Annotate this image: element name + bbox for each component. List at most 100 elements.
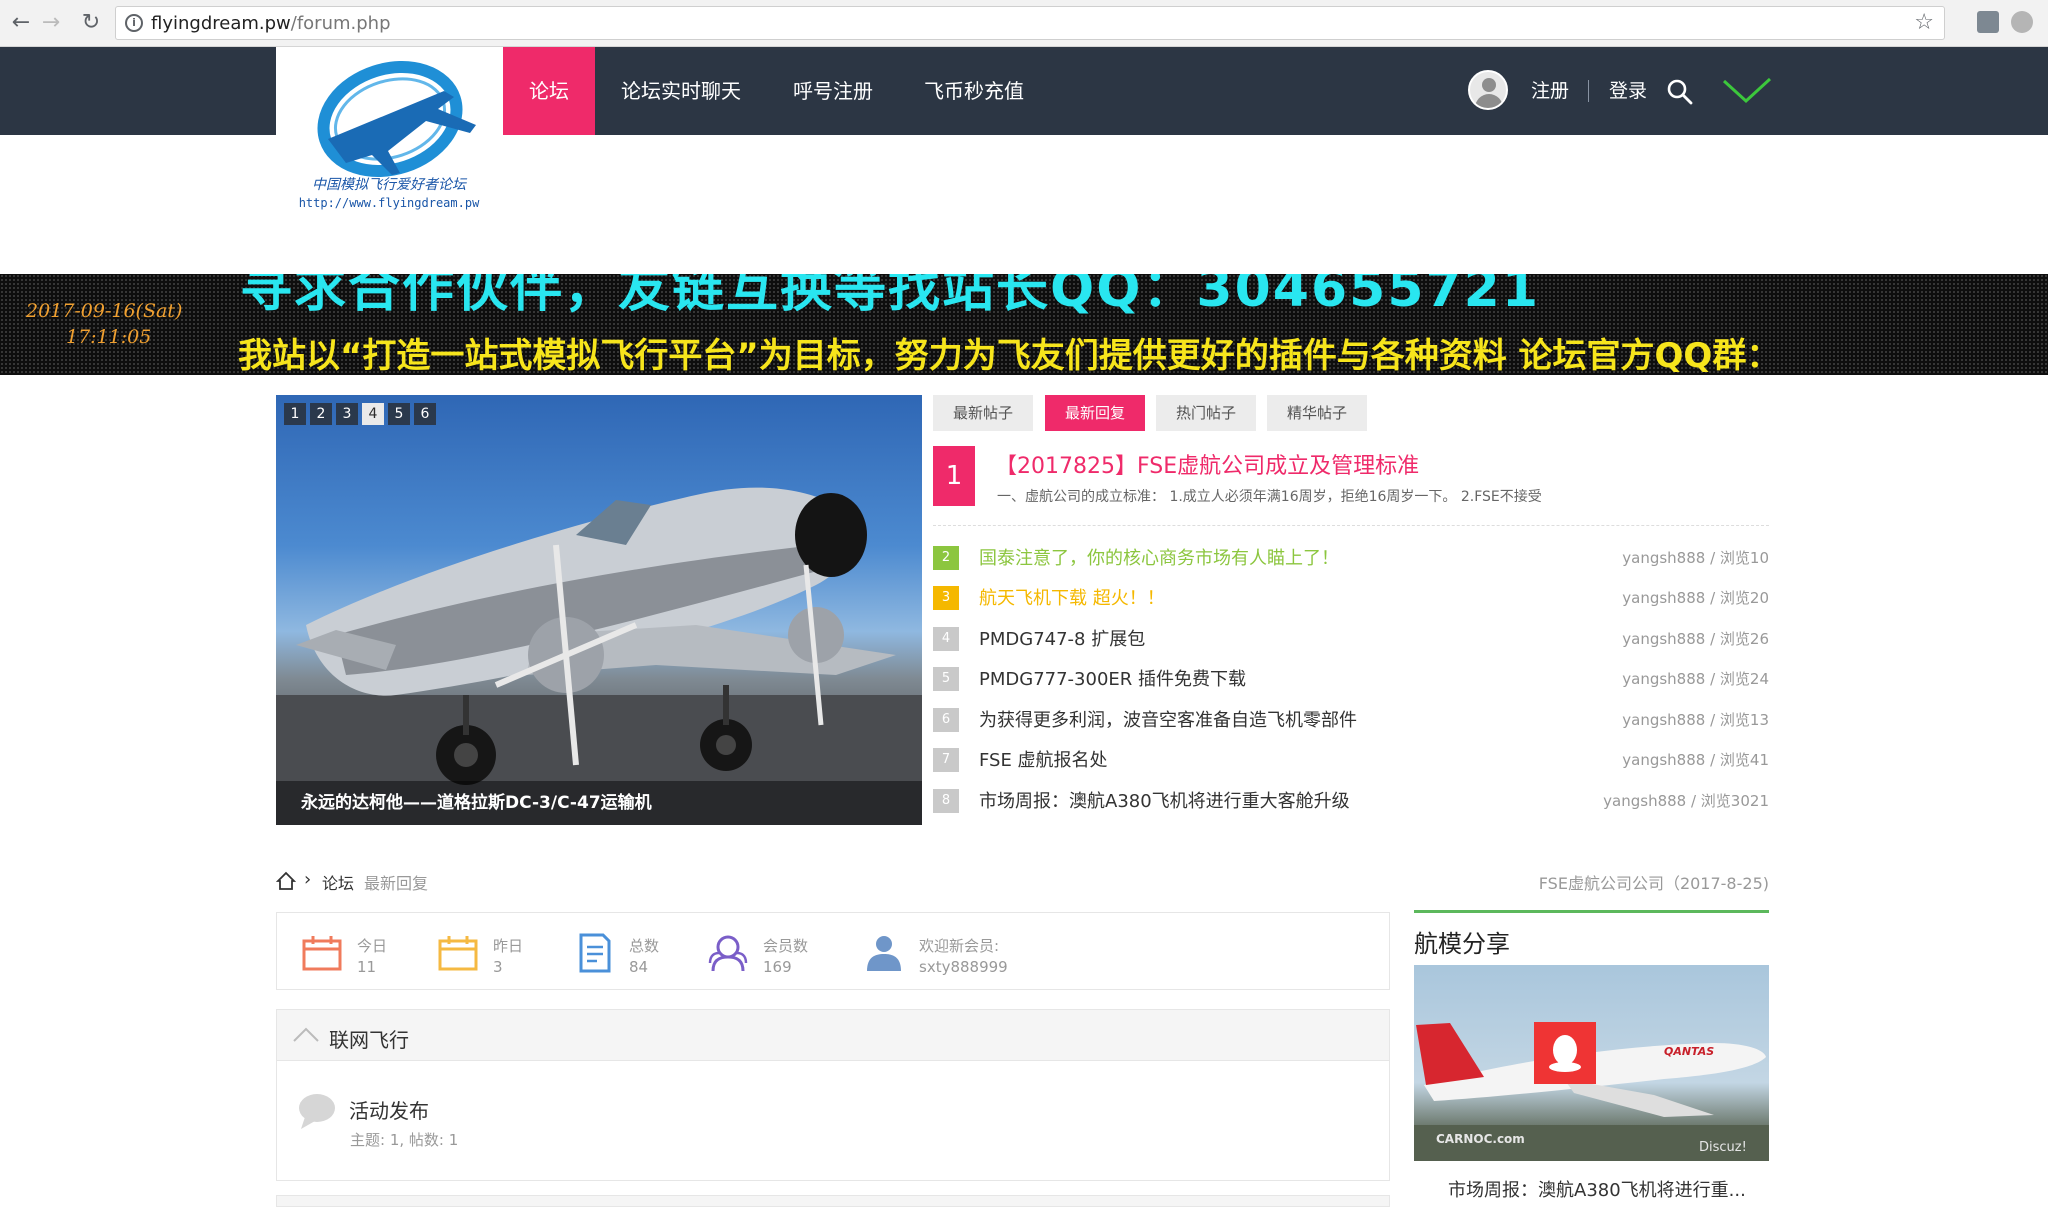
forum-category-body: 活动发布 主题: 1, 帖数: 1	[276, 1061, 1390, 1181]
rank-badge: 3	[933, 586, 959, 610]
thread-meta: yangsh888 / 浏览26	[1622, 630, 1769, 648]
thread-title[interactable]: 国泰注意了，你的核心商务市场有人瞄上了！	[979, 544, 1339, 570]
list-item[interactable]: 6 为获得更多利润，波音空客准备自造飞机零部件 yangsh888 / 浏览13	[933, 705, 1769, 735]
banner-time: 17:11:05	[66, 326, 152, 348]
stat-label: 今日	[357, 937, 388, 955]
new-member-link[interactable]: sxty888999	[919, 958, 1008, 976]
calendar-icon	[438, 936, 478, 971]
svg-text:QANTAS: QANTAS	[1664, 1045, 1714, 1058]
list-item[interactable]: 4 PMDG747-8 扩展包 yangsh888 / 浏览26	[933, 624, 1769, 654]
forum-meta: 主题: 1, 帖数: 1	[350, 1131, 459, 1149]
svg-text:Discuz!: Discuz!	[1699, 1140, 1747, 1155]
divider	[933, 525, 1769, 526]
url-text[interactable]: flyingdream.pw/forum.php	[151, 13, 391, 34]
forum-category-title[interactable]: 联网飞行	[329, 1024, 409, 1053]
breadcrumb-forum[interactable]: 论坛	[322, 870, 354, 894]
forum-stats-bar: 今日 11 昨日 3 总数 84 会员数 169 欢迎新会员: sxty8889…	[276, 912, 1390, 990]
search-icon[interactable]	[1666, 78, 1694, 106]
forward-arrow-icon[interactable]: →	[38, 10, 64, 36]
stat-label: 总数	[629, 937, 660, 955]
rank-badge: 7	[933, 748, 959, 772]
bookmark-star-icon[interactable]: ☆	[1914, 10, 1934, 35]
slide-indicator[interactable]: 2	[310, 403, 332, 425]
slide-indicator[interactable]: 5	[388, 403, 410, 425]
thread-title[interactable]: 航天飞机下载 超火！！	[979, 584, 1165, 610]
stat-value: 169	[763, 958, 792, 976]
thread-title[interactable]: PMDG747-8 扩展包	[979, 625, 1145, 651]
list-item[interactable]: 5 PMDG777-300ER 插件免费下载 yangsh888 / 浏览24	[933, 664, 1769, 694]
rank-badge: 6	[933, 708, 959, 732]
model-share-caption[interactable]: 市场周报：澳航A380飞机将进行重...	[1448, 1176, 1746, 1202]
dc3-airplane-photo	[276, 487, 922, 825]
slide-indicator[interactable]: 6	[414, 403, 436, 425]
tab-latest-posts[interactable]: 最新帖子	[933, 395, 1033, 431]
tab-latest-replies[interactable]: 最新回复	[1045, 395, 1145, 431]
stat-label: 欢迎新会员:	[919, 937, 1000, 955]
scrolling-banner: 寻求合作伙伴，友链互换等找站长QQ：304655721 2017-09-16(S…	[0, 274, 2048, 375]
list-item[interactable]: 8 市场周报：澳航A380飞机将进行重大客舱升级 yangsh888 / 浏览3…	[933, 786, 1769, 816]
thread-title[interactable]: 为获得更多利润，波音空客准备自造飞机零部件	[979, 706, 1357, 732]
next-category-header	[276, 1195, 1390, 1207]
chevron-down-icon[interactable]	[1722, 75, 1772, 107]
list-item[interactable]: 3 航天飞机下载 超火！！ yangsh888 / 浏览20	[933, 583, 1769, 613]
slide-indicator-active[interactable]: 4	[362, 403, 384, 425]
stat-value: 11	[357, 958, 377, 976]
document-icon	[579, 933, 611, 973]
nav-forum[interactable]: 论坛	[503, 47, 595, 135]
address-bar[interactable]: i flyingdream.pw/forum.php ☆	[115, 6, 1945, 40]
breadcrumb-current: 最新回复	[364, 874, 429, 893]
tab-hot-posts[interactable]: 热门帖子	[1156, 395, 1256, 431]
stat-value: 84	[629, 958, 649, 976]
stat-value: 3	[493, 958, 503, 976]
thread-title[interactable]: FSE 虚航报名处	[979, 746, 1108, 772]
browser-toolbar: ← → ↻ i flyingdream.pw/forum.php ☆	[0, 0, 2048, 47]
register-link[interactable]: 注册	[1531, 47, 1569, 135]
thread-title[interactable]: 市场周报：澳航A380飞机将进行重大客舱升级	[979, 787, 1350, 813]
thread-meta: yangsh888 / 浏览41	[1622, 751, 1769, 769]
section-rule	[1414, 910, 1769, 913]
rank-badge: 8	[933, 789, 959, 813]
extension-icon[interactable]	[1977, 11, 1999, 33]
featured-title[interactable]: 【2017825】FSE虚航公司成立及管理标准	[995, 448, 1419, 480]
slide-caption[interactable]: 永远的达柯他——道格拉斯DC-3/C-47运输机	[276, 781, 922, 825]
thread-meta: yangsh888 / 浏览20	[1622, 589, 1769, 607]
latest-announcement-link[interactable]: FSE虚航公司公司（2017-8-25)	[1539, 870, 1769, 894]
slide-indicator[interactable]: 1	[284, 403, 306, 425]
list-item[interactable]: 7 FSE 虚航报名处 yangsh888 / 浏览41	[933, 745, 1769, 775]
model-share-title: 航模分享	[1414, 930, 1510, 958]
chevron-up-icon[interactable]	[291, 1024, 321, 1044]
chat-bubble-icon	[299, 1094, 335, 1129]
slide-indicator[interactable]: 3	[336, 403, 358, 425]
svg-text:中国模拟飞行爱好者论坛: 中国模拟飞行爱好者论坛	[312, 177, 468, 193]
slideshow[interactable]: 1 2 3 4 5 6 永远的达柯他——道格拉斯DC-3/C-47运输机	[276, 395, 922, 825]
nav-live-chat[interactable]: 论坛实时聊天	[606, 47, 756, 135]
rank-badge: 2	[933, 546, 959, 570]
banner-yellow-text: 我站以“打造一站式模拟飞行平台”为目标，努力为飞友们提供更好的插件与各种资料 论…	[238, 336, 1781, 375]
forum-category-header[interactable]: 联网飞行	[276, 1009, 1390, 1061]
home-icon[interactable]	[276, 871, 296, 891]
profile-icon[interactable]	[2011, 11, 2033, 33]
banner-cyan-text: 寻求合作伙伴，友链互换等找站长QQ：304655721	[240, 274, 1541, 319]
avatar-icon[interactable]	[1468, 70, 1508, 110]
thread-title[interactable]: PMDG777-300ER 插件免费下载	[979, 665, 1246, 691]
featured-excerpt: 一、虚航公司的成立标准： 1.成立人必须年满16周岁，拒绝16周岁一下。 2.F…	[997, 489, 1542, 505]
back-arrow-icon[interactable]: ←	[8, 10, 34, 36]
tab-essence-posts[interactable]: 精华帖子	[1267, 395, 1367, 431]
thread-meta: yangsh888 / 浏览10	[1622, 549, 1769, 567]
nav-callsign-register[interactable]: 呼号注册	[778, 47, 888, 135]
forum-name[interactable]: 活动发布	[349, 1095, 429, 1124]
site-logo[interactable]: 中国模拟飞行爱好者论坛 http://www.flyingdream.pw	[276, 47, 503, 232]
thread-meta: yangsh888 / 浏览3021	[1603, 792, 1769, 810]
plane-logo-icon: 中国模拟飞行爱好者论坛 http://www.flyingdream.pw	[299, 61, 480, 210]
list-item[interactable]: 2 国泰注意了，你的核心商务市场有人瞄上了！ yangsh888 / 浏览10	[933, 543, 1769, 573]
svg-text:CARNOC.com: CARNOC.com	[1436, 1132, 1525, 1146]
reload-icon[interactable]: ↻	[78, 10, 104, 36]
nav-coin-recharge[interactable]: 飞币秒充值	[910, 47, 1038, 135]
qq-icon[interactable]	[1534, 1022, 1596, 1084]
info-icon[interactable]: i	[125, 14, 143, 32]
rank-badge: 4	[933, 627, 959, 651]
login-link[interactable]: 登录	[1609, 47, 1647, 135]
calendar-icon	[302, 936, 342, 971]
thread-meta: yangsh888 / 浏览13	[1622, 711, 1769, 729]
breadcrumb-separator: ›	[304, 869, 312, 890]
